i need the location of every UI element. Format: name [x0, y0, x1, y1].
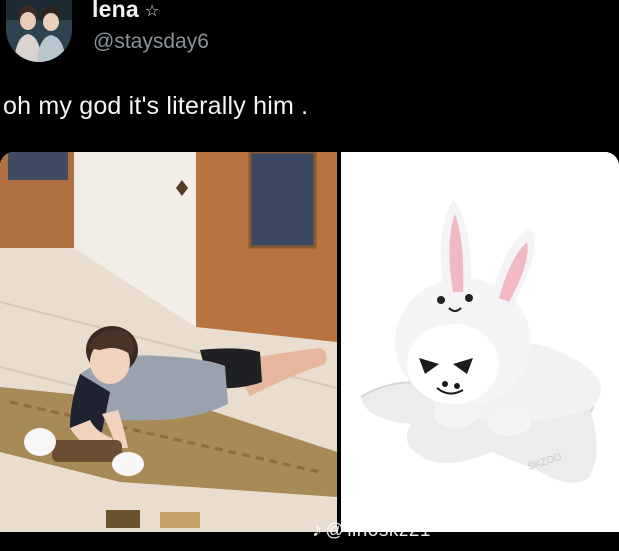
avatar[interactable]: [6, 0, 72, 62]
tiktok-icon: ♪: [312, 519, 323, 541]
tweet-media[interactable]: SKZOO: [0, 152, 619, 532]
star-icon: ☆: [144, 2, 160, 20]
avatar-photo: [6, 0, 72, 62]
tweet-text: oh my god it's literally him .: [3, 92, 309, 120]
photo-person-lying[interactable]: [0, 152, 337, 532]
bunny-figure-illustration: SKZOO: [341, 152, 619, 532]
watermark-username: linoskz21: [347, 519, 431, 541]
photo-bunny-figure[interactable]: SKZOO: [341, 152, 619, 532]
user-handle[interactable]: @staysday6: [93, 30, 209, 54]
at-sign-icon: @: [325, 520, 345, 540]
author-name-row: lena ☆: [92, 0, 159, 24]
photo-scene: [0, 152, 337, 532]
tiktok-watermark: ♪ @ linoskz21: [312, 519, 431, 542]
display-name[interactable]: lena: [92, 0, 139, 23]
